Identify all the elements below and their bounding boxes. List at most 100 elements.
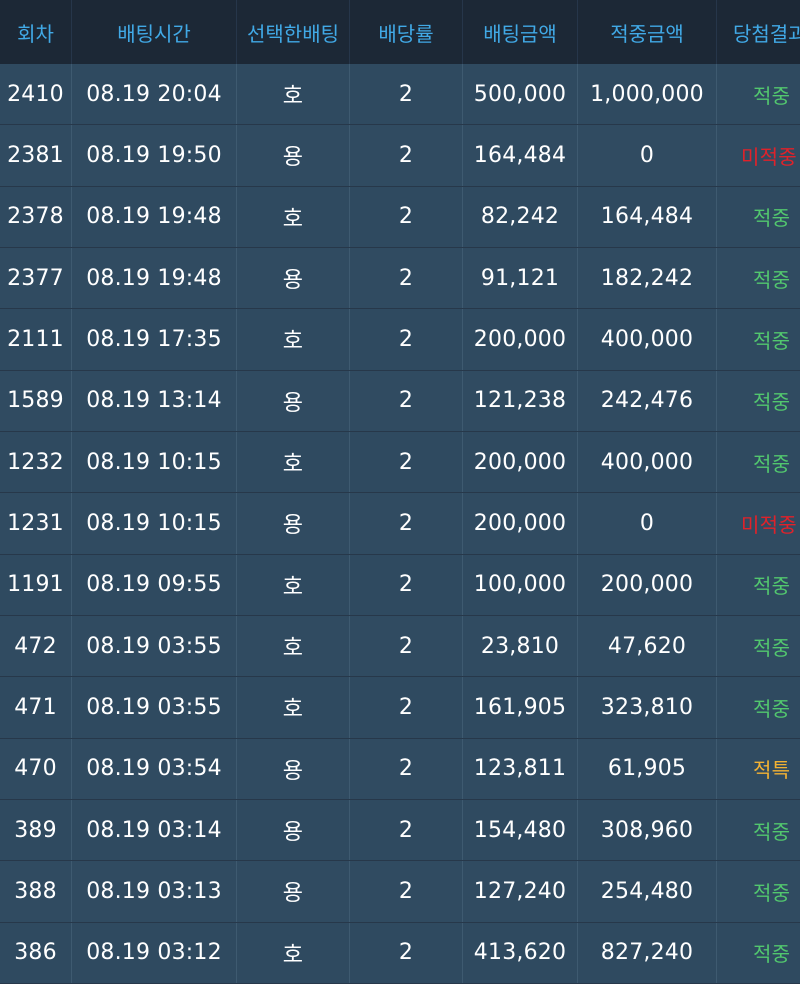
- cell-round: 1231: [0, 493, 72, 554]
- cell-odds: 2: [350, 615, 463, 677]
- cell-odds: 2: [350, 677, 463, 738]
- result-badge: 적중: [753, 574, 791, 599]
- header-round[interactable]: 회차: [0, 0, 72, 64]
- header-result[interactable]: 당첨결과: [717, 0, 800, 64]
- cell-win-amount: 242,476: [578, 370, 717, 431]
- table-row[interactable]: 2381 08.19 19:50 용 2 164,484 0 미적중: [0, 125, 800, 187]
- cell-round: 388: [0, 861, 72, 922]
- cell-selected-bet: 호: [237, 186, 350, 247]
- table-row[interactable]: 389 08.19 03:14 용 2 154,480 308,960 적중: [0, 799, 800, 862]
- cell-bet-amount: 100,000: [463, 554, 578, 615]
- cell-bet-time: 08.19 13:14: [72, 370, 237, 431]
- cell-round: 2378: [0, 186, 72, 247]
- cell-bet-time: 08.19 03:14: [72, 799, 237, 861]
- cell-odds: 2: [350, 247, 463, 309]
- cell-win-amount: 182,242: [578, 247, 717, 309]
- cell-bet-time: 08.19 10:15: [72, 493, 237, 554]
- cell-round: 472: [0, 615, 72, 677]
- result-badge: 적중: [753, 819, 791, 844]
- cell-bet-time: 08.19 03:55: [72, 615, 237, 677]
- cell-bet-amount: 127,240: [463, 861, 578, 922]
- table-row[interactable]: 1191 08.19 09:55 호 2 100,000 200,000 적중: [0, 554, 800, 616]
- result-badge: 적중: [753, 942, 791, 967]
- result-badge: 적중: [753, 451, 791, 476]
- table-row[interactable]: 2377 08.19 19:48 용 2 91,121 182,242 적중: [0, 247, 800, 310]
- cell-bet-time: 08.19 19:50: [72, 125, 237, 186]
- table-row[interactable]: 388 08.19 03:13 용 2 127,240 254,480 적중: [0, 861, 800, 923]
- result-badge: 적중: [753, 390, 791, 415]
- cell-odds: 2: [350, 861, 463, 922]
- cell-bet-amount: 200,000: [463, 493, 578, 554]
- result-badge: 미적중: [741, 512, 797, 537]
- cell-selected-bet: 호: [237, 431, 350, 493]
- result-badge: 미적중: [741, 144, 797, 169]
- cell-bet-amount: 500,000: [463, 64, 578, 125]
- table-row[interactable]: 2378 08.19 19:48 호 2 82,242 164,484 적중: [0, 186, 800, 248]
- cell-selected-bet: 용: [237, 493, 350, 554]
- cell-bet-time: 08.19 03:12: [72, 922, 237, 983]
- cell-bet-amount: 121,238: [463, 370, 578, 431]
- cell-bet-amount: 200,000: [463, 309, 578, 370]
- cell-odds: 2: [350, 125, 463, 186]
- header-win-amount[interactable]: 적중금액: [578, 0, 717, 64]
- table-row[interactable]: 1231 08.19 10:15 용 2 200,000 0 미적중: [0, 493, 800, 555]
- table-row[interactable]: 2111 08.19 17:35 호 2 200,000 400,000 적중: [0, 309, 800, 371]
- result-badge: 적중: [753, 635, 791, 660]
- cell-bet-amount: 161,905: [463, 677, 578, 738]
- cell-selected-bet: 호: [237, 554, 350, 615]
- cell-odds: 2: [350, 186, 463, 247]
- cell-bet-time: 08.19 10:15: [72, 431, 237, 493]
- result-badge: 적중: [753, 83, 791, 108]
- cell-win-amount: 400,000: [578, 309, 717, 370]
- table-body: 2410 08.19 20:04 호 2 500,000 1,000,000 적중 2381 0…: [0, 64, 800, 984]
- header-bet-time[interactable]: 배팅시간: [72, 0, 237, 64]
- cell-win-amount: 323,810: [578, 677, 717, 738]
- header-odds[interactable]: 배당률: [350, 0, 463, 64]
- cell-bet-time: 08.19 17:35: [72, 309, 237, 370]
- table-row[interactable]: 472 08.19 03:55 호 2 23,810 47,620 적중: [0, 615, 800, 678]
- cell-odds: 2: [350, 493, 463, 554]
- result-badge: 적중: [753, 206, 791, 231]
- cell-bet-amount: 413,620: [463, 922, 578, 983]
- table-row[interactable]: 471 08.19 03:55 호 2 161,905 323,810 적중: [0, 677, 800, 739]
- cell-round: 389: [0, 799, 72, 861]
- cell-selected-bet: 호: [237, 677, 350, 738]
- cell-bet-time: 08.19 03:54: [72, 738, 237, 799]
- table-header: 회차 배팅시간 선택한배팅 배당률 배팅금액 적중금액 당첨결과: [0, 0, 800, 64]
- cell-selected-bet: 용: [237, 125, 350, 186]
- result-badge: 적중: [753, 328, 791, 353]
- cell-round: 2410: [0, 64, 72, 125]
- table-row[interactable]: 1589 08.19 13:14 용 2 121,238 242,476 적중: [0, 370, 800, 432]
- cell-selected-bet: 호: [237, 309, 350, 370]
- header-selected-bet[interactable]: 선택한배팅: [237, 0, 350, 64]
- cell-win-amount: 1,000,000: [578, 64, 717, 125]
- cell-bet-amount: 123,811: [463, 738, 578, 799]
- table-row[interactable]: 2410 08.19 20:04 호 2 500,000 1,000,000 적중: [0, 64, 800, 126]
- table-row[interactable]: 1232 08.19 10:15 호 2 200,000 400,000 적중: [0, 431, 800, 494]
- cell-round: 2111: [0, 309, 72, 370]
- header-bet-amount[interactable]: 배팅금액: [463, 0, 578, 64]
- cell-odds: 2: [350, 64, 463, 125]
- cell-win-amount: 200,000: [578, 554, 717, 615]
- cell-bet-time: 08.19 19:48: [72, 247, 237, 309]
- cell-round: 2377: [0, 247, 72, 309]
- cell-bet-amount: 200,000: [463, 431, 578, 493]
- result-badge: 적특: [753, 758, 791, 783]
- cell-bet-amount: 91,121: [463, 247, 578, 309]
- cell-round: 1191: [0, 554, 72, 615]
- cell-round: 470: [0, 738, 72, 799]
- table-row[interactable]: 470 08.19 03:54 용 2 123,811 61,905 적특: [0, 738, 800, 800]
- table-row[interactable]: 386 08.19 03:12 호 2 413,620 827,240 적중: [0, 922, 800, 984]
- cell-win-amount: 400,000: [578, 431, 717, 493]
- cell-bet-amount: 154,480: [463, 799, 578, 861]
- cell-win-amount: 308,960: [578, 799, 717, 861]
- result-badge: 적중: [753, 696, 791, 721]
- cell-selected-bet: 용: [237, 247, 350, 309]
- cell-odds: 2: [350, 738, 463, 799]
- cell-round: 1232: [0, 431, 72, 493]
- cell-selected-bet: 용: [237, 799, 350, 861]
- cell-odds: 2: [350, 922, 463, 983]
- cell-selected-bet: 호: [237, 64, 350, 125]
- cell-win-amount: 254,480: [578, 861, 717, 922]
- cell-win-amount: 47,620: [578, 615, 717, 677]
